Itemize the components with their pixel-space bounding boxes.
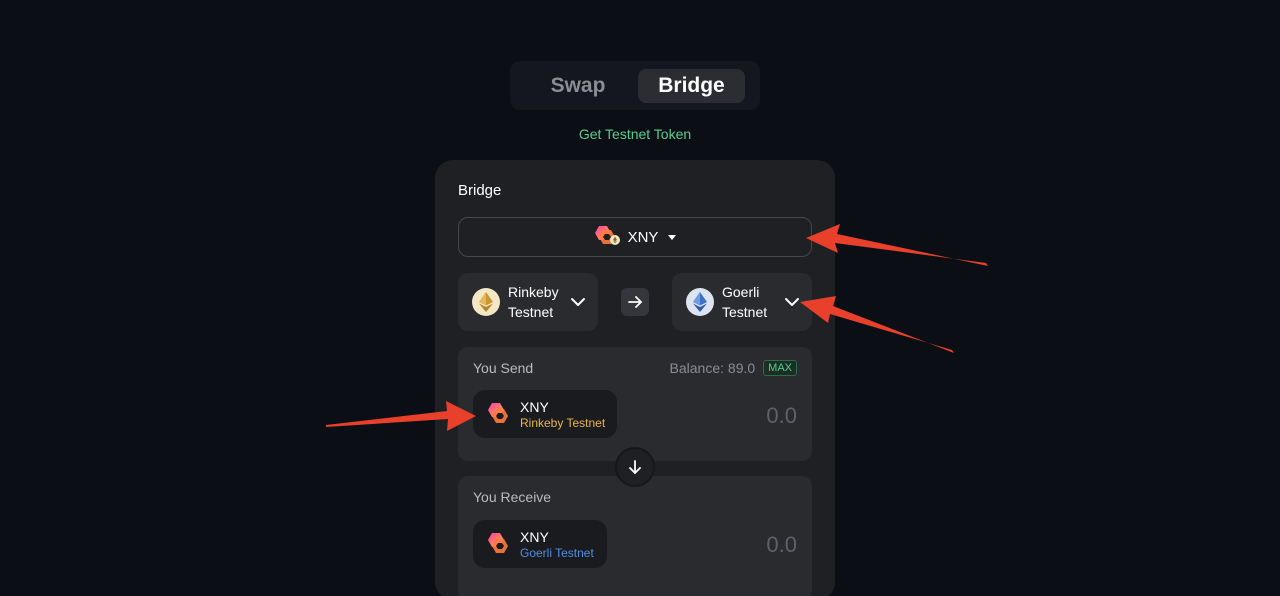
xny-token-icon [594,224,620,251]
chevron-down-icon [571,298,585,306]
xny-token-icon [488,533,508,553]
arrow-right-icon [628,296,642,308]
mode-tabs: Swap Bridge [510,61,760,110]
swap-direction-button[interactable] [615,447,655,487]
ethereum-gold-icon [472,288,500,316]
send-label: You Send [473,360,534,376]
chevron-down-icon [785,298,799,306]
ethereum-blue-icon [686,288,714,316]
send-amount-input[interactable]: 0.0 [766,403,797,429]
token-select-label: XNY [627,228,659,246]
to-network-select[interactable]: Goerli Testnet [672,273,812,331]
receive-token-symbol: XNY [520,529,549,545]
bridge-page: Swap Bridge Get Testnet Token Bridge XNY… [0,0,1280,596]
receive-amount-value: 0.0 [766,532,797,557]
network-direction-button[interactable] [621,288,649,316]
token-select-dropdown[interactable]: XNY [458,217,812,257]
send-token-symbol: XNY [520,399,549,415]
to-network-name: Goerli Testnet [722,284,768,320]
caret-down-icon [668,234,677,240]
send-token-network: Rinkeby Testnet [520,416,606,430]
bridge-card: Bridge XNY Rinkeby Testnet Goerli Testne… [435,160,835,596]
balance-display: Balance: 89.0 MAX [670,360,797,376]
send-token-select[interactable]: XNY Rinkeby Testnet [473,390,617,438]
get-testnet-token-link[interactable]: Get Testnet Token [0,126,1270,142]
receive-panel: You Receive XNY Goerli Testnet 0.0 [458,476,812,596]
xny-token-icon [488,403,508,423]
receive-token-select[interactable]: XNY Goerli Testnet [473,520,607,568]
tab-bridge[interactable]: Bridge [638,68,745,103]
card-title: Bridge [458,182,502,199]
max-button[interactable]: MAX [763,360,797,376]
receive-token-network: Goerli Testnet [520,546,594,560]
from-network-name: Rinkeby Testnet [508,284,559,320]
from-network-select[interactable]: Rinkeby Testnet [458,273,598,331]
arrow-down-icon [629,460,641,474]
tab-swap[interactable]: Swap [518,69,638,103]
receive-label: You Receive [473,489,552,505]
balance-text: Balance: 89.0 [669,360,756,376]
send-panel: You Send Balance: 89.0 MAX XNY Rinkeby T… [458,347,812,461]
